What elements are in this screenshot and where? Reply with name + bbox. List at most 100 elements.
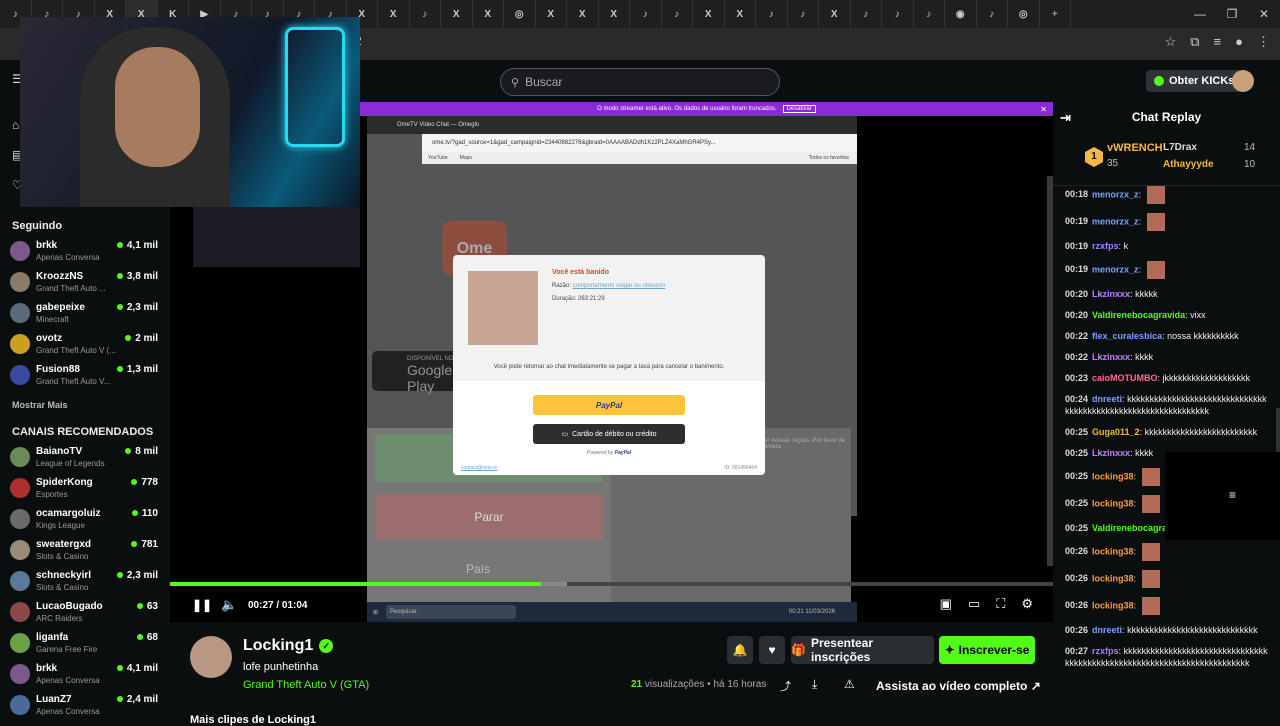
browser-tab[interactable]: ♪ xyxy=(914,0,945,28)
chat-username[interactable]: menorzx_z xyxy=(1092,189,1139,199)
chat-username[interactable]: Valdirenebocagravida xyxy=(1092,310,1185,320)
browser-tab[interactable]: ♪ xyxy=(977,0,1008,28)
browser-tab[interactable]: X xyxy=(441,0,473,28)
leader-1-name[interactable]: vWRENCH xyxy=(1107,142,1163,154)
video-progress-bar[interactable] xyxy=(170,582,1053,586)
browser-tab[interactable]: ◎ xyxy=(1008,0,1040,28)
browser-tab[interactable]: X xyxy=(725,0,756,28)
volume-icon[interactable]: 🔈 xyxy=(221,597,237,613)
notification-bell-button[interactable]: 🔔 xyxy=(727,636,753,664)
chat-username[interactable]: rzxfps xyxy=(1092,646,1119,656)
chat-username[interactable]: flex_curalesbica xyxy=(1092,331,1162,341)
extensions-icon[interactable]: ⧉ xyxy=(1190,34,1199,50)
channel-viewers: 778 xyxy=(131,477,158,488)
chat-collapse-icon[interactable]: ⇥ xyxy=(1060,110,1071,126)
chat-username[interactable]: menorzx_z xyxy=(1092,264,1139,274)
streamer-name-text: Locking1 xyxy=(243,637,314,654)
show-more-link[interactable]: Mostrar Mais xyxy=(12,400,68,410)
close-window-icon[interactable]: ✕ xyxy=(1248,0,1280,28)
chat-username[interactable]: locking38 xyxy=(1092,573,1134,583)
browser-tab[interactable]: ♪ xyxy=(410,0,441,28)
browser-tab[interactable]: X xyxy=(693,0,725,28)
search-input[interactable]: ⚲ Buscar xyxy=(500,68,780,96)
chat-username[interactable]: locking38 xyxy=(1092,498,1134,508)
minimize-icon[interactable]: — xyxy=(1184,0,1216,28)
chat-username[interactable]: locking38 xyxy=(1092,546,1134,556)
chat-username[interactable]: Lkzinxxx xyxy=(1092,352,1130,362)
chat-username[interactable]: Lkzinxxx xyxy=(1092,289,1130,299)
browser-tab[interactable]: ♪ xyxy=(756,0,788,28)
sidebar-channel[interactable]: LucaoBugado ARC Raiders 63 xyxy=(10,599,160,627)
download-icon[interactable]: ⤓ xyxy=(812,677,817,692)
browser-tab[interactable]: X xyxy=(819,0,851,28)
sidebar-channel[interactable]: LuanZ7 Apenas Conversa 2,4 mil xyxy=(10,692,160,720)
browser-tab[interactable]: ◉ xyxy=(945,0,977,28)
chat-username[interactable]: Guga011_2 xyxy=(1092,427,1140,437)
subscribe-button[interactable]: ✦ Inscrever-se xyxy=(939,636,1035,664)
watch-full-video-link[interactable]: Assista ao vídeo completo ↗ xyxy=(876,679,1041,693)
chat-username[interactable]: Lkzinxxx xyxy=(1092,448,1130,458)
sidebar-channel[interactable]: schneckyirl Slots & Casino 2,3 mil xyxy=(10,568,160,596)
restore-icon[interactable]: ❐ xyxy=(1216,0,1248,28)
chat-username[interactable]: rzxfps xyxy=(1092,241,1119,251)
follow-heart-button[interactable]: ♥ xyxy=(759,636,785,664)
new-tab-button[interactable]: + xyxy=(1040,0,1071,28)
theater-icon[interactable]: ▭ xyxy=(968,596,980,612)
sidebar-channel[interactable]: KroozzNS Grand Theft Auto ... 3,8 mil xyxy=(10,269,160,297)
chat-username[interactable]: dnreeti xyxy=(1092,394,1122,404)
chat-username[interactable]: caioMOTUMBO xyxy=(1092,373,1158,383)
settings-gear-icon[interactable]: ⚙ xyxy=(1021,596,1033,612)
chat-text: kkkk xyxy=(1135,448,1154,458)
leader-3-name[interactable]: Athayyyde xyxy=(1163,159,1214,170)
browser-tab[interactable]: ♪ xyxy=(882,0,914,28)
browser-tab[interactable]: ♪ xyxy=(851,0,882,28)
browser-tab[interactable]: X xyxy=(378,0,410,28)
browser-tab[interactable]: ♪ xyxy=(788,0,819,28)
pip-icon[interactable]: ▣ xyxy=(940,596,952,612)
browser-tab[interactable]: X xyxy=(473,0,504,28)
sidebar-channel[interactable]: brkk Apenas Conversa 4,1 mil xyxy=(10,238,160,266)
streamer-mode-banner: O modo streamer está ativo. Os dados de … xyxy=(360,102,1053,116)
leader-2-name[interactable]: L7Drax xyxy=(1163,142,1197,153)
sidebar-channel[interactable]: SpiderKong Esportes 778 xyxy=(10,475,160,503)
chat-username[interactable]: locking38 xyxy=(1092,471,1134,481)
browser-tab[interactable]: X xyxy=(536,0,567,28)
profile-icon[interactable]: ● xyxy=(1235,34,1243,50)
chrome-icon: ◉ xyxy=(955,8,965,20)
bookmark-star-icon[interactable]: ☆ xyxy=(1165,34,1177,50)
share-icon[interactable]: ⤴ xyxy=(780,678,791,694)
sidebar-channel[interactable]: ocamargoluiz Kings League 110 xyxy=(10,506,160,534)
sidebar-channel[interactable]: Fusion88 Grand Theft Auto V... 1,3 mil xyxy=(10,362,160,390)
chat-username[interactable]: menorzx_z xyxy=(1092,216,1139,226)
chat-username[interactable]: dnreeti xyxy=(1092,625,1122,635)
browser-tab[interactable]: ♪ xyxy=(662,0,693,28)
media-icon[interactable]: ≡ xyxy=(1214,34,1222,50)
menu-dots-icon[interactable]: ⋮ xyxy=(1257,34,1270,50)
get-kicks-button[interactable]: Obter KICKs xyxy=(1146,70,1243,92)
channel-category: Grand Theft Auto V (... xyxy=(36,346,116,355)
sidebar-channel[interactable]: sweatergxd Slots & Casino 781 xyxy=(10,537,160,565)
time-ago: • há 16 horas xyxy=(707,679,767,690)
sidebar-channel[interactable]: BaianoTV League of Legends 8 mil xyxy=(10,444,160,472)
gift-subs-button[interactable]: 🎁 Presentear inscrições xyxy=(791,636,934,664)
browser-tab[interactable]: ♪ xyxy=(630,0,662,28)
streamer-name[interactable]: Locking1 ✓ xyxy=(243,637,334,655)
banner-disable-button[interactable]: Desativar xyxy=(782,105,816,113)
sidebar-channel[interactable]: brkk Apenas Conversa 4,1 mil xyxy=(10,661,160,689)
browser-tab[interactable]: X xyxy=(567,0,599,28)
sidebar-channel[interactable]: ovotz Grand Theft Auto V (... 2 mil xyxy=(10,331,160,359)
game-link[interactable]: Grand Theft Auto V (GTA) xyxy=(243,679,369,691)
browser-tab[interactable]: X xyxy=(599,0,630,28)
banner-close-icon[interactable]: ✕ xyxy=(1040,105,1047,114)
emote-icon xyxy=(1146,261,1165,279)
report-warning-icon[interactable]: ⚠ xyxy=(844,677,855,691)
streamer-avatar[interactable] xyxy=(190,636,232,678)
fullscreen-icon[interactable]: ⛶ xyxy=(996,596,1005,612)
user-avatar[interactable] xyxy=(1232,70,1254,92)
pause-icon[interactable]: ❚❚ xyxy=(192,598,212,612)
chat-username[interactable]: locking38 xyxy=(1092,600,1134,610)
browser-tab[interactable]: ◎ xyxy=(504,0,536,28)
sidebar-channel[interactable]: liganfa Garena Free Fire 68 xyxy=(10,630,160,658)
sidebar-channel[interactable]: gabepeixe Minecraft 2,3 mil xyxy=(10,300,160,328)
filter-icon[interactable]: ≡ xyxy=(1229,488,1236,502)
